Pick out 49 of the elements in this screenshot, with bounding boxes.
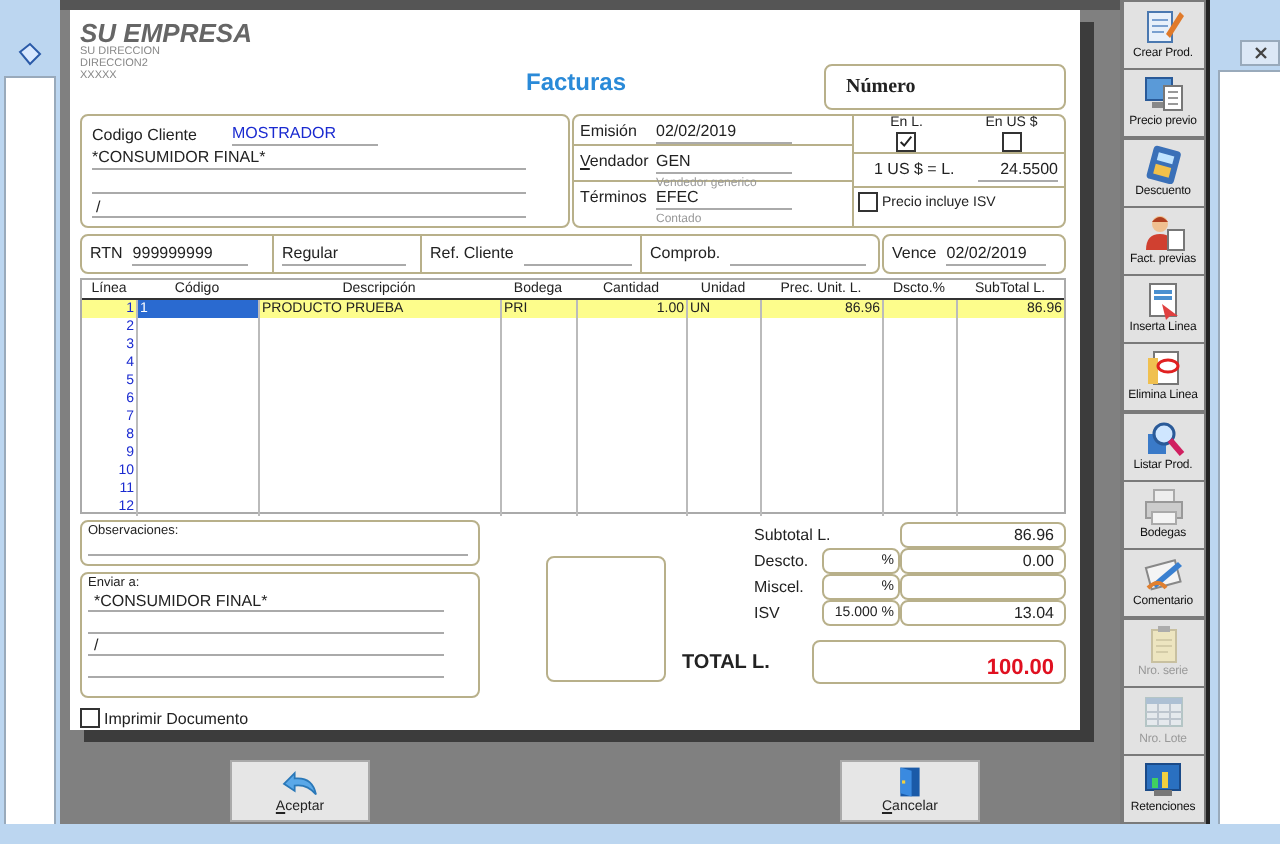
printer-icon [1141, 486, 1185, 527]
checkbox[interactable] [896, 132, 917, 152]
rate-label: 1 US $ = L. [874, 160, 955, 180]
field-label: Vence [892, 244, 937, 264]
field-label: Codigo Cliente [92, 126, 199, 146]
monitor-chart-icon [1141, 760, 1185, 801]
checkbox-label: Imprimir Documento [104, 709, 249, 727]
client-name-field[interactable]: *CONSUMIDOR FINAL* [92, 148, 526, 170]
number-field[interactable]: Número [824, 64, 1066, 110]
monitor-document-icon [1141, 74, 1185, 115]
rate-field[interactable]: 24.5500 [978, 159, 1058, 181]
field-label: Emisión [580, 122, 639, 144]
person-document-icon [1141, 211, 1185, 252]
field-label: Términos [580, 188, 646, 210]
input-field[interactable]: 02/02/2019 [656, 122, 792, 144]
checkbox[interactable] [858, 192, 878, 212]
door-icon [894, 766, 926, 798]
ship-name-field[interactable]: *CONSUMIDOR FINAL* [88, 592, 444, 612]
field-label: Ref. Cliente [430, 244, 514, 264]
rtn-field[interactable]: 999999999 [132, 243, 249, 265]
table-icon [1141, 691, 1185, 732]
total-label: Descto. [754, 550, 811, 574]
ship-address-field[interactable]: / [88, 636, 444, 656]
tag-icon[interactable] [18, 42, 42, 66]
company-name: SU EMPRESA [80, 20, 252, 46]
document-pencil-icon [1141, 6, 1185, 46]
total-label: Miscel. [754, 576, 806, 600]
client-type-field[interactable]: Regular [282, 243, 406, 265]
amount-field: 86.96 [900, 522, 1066, 548]
close-tab[interactable] [1240, 40, 1280, 66]
amount-field: 0.00 [900, 548, 1066, 574]
checkbox[interactable] [1001, 132, 1022, 152]
field-label: Comprob. [650, 244, 721, 264]
total-label: TOTAL L. [682, 651, 772, 673]
field-label: RTN [90, 244, 123, 264]
amount-field: 13.04 [900, 600, 1066, 626]
document-title: Facturas [526, 68, 627, 96]
undo-arrow-icon [278, 766, 322, 798]
input-field[interactable]: EFEC [656, 188, 792, 210]
image-frame [546, 556, 666, 682]
client-code-field[interactable]: MOSTRADOR [232, 124, 378, 146]
close-icon[interactable] [1253, 46, 1267, 60]
field-label: Vendador [580, 152, 646, 174]
due-date-field[interactable]: 02/02/2019 [946, 243, 1047, 265]
client-address-field[interactable]: / [92, 198, 526, 218]
checkbox[interactable] [80, 708, 100, 728]
input-field[interactable]: GEN [656, 152, 792, 174]
total-label: ISV [754, 602, 782, 626]
total-amount: 100.00 [812, 640, 1066, 684]
